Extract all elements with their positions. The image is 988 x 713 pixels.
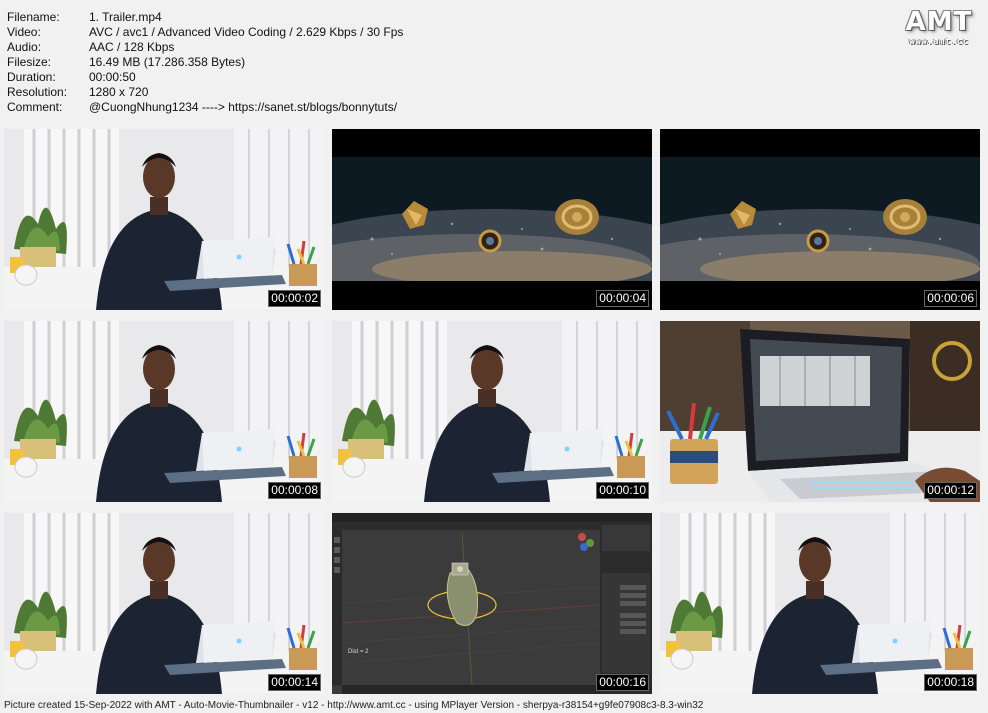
timestamp: 00:00:04 bbox=[596, 290, 649, 307]
file-info-row-comment: Comment: @CuongNhung1234 ----> https://s… bbox=[7, 100, 403, 115]
amt-logo: AMT www.amt.cc bbox=[904, 8, 974, 47]
file-info-key: Resolution: bbox=[7, 85, 68, 99]
amt-logo-url: www.amt.cc bbox=[909, 37, 969, 47]
thumbnail[interactable]: 00:00:10 bbox=[332, 321, 652, 502]
presenter-frame bbox=[660, 513, 980, 694]
file-info-panel: Filename: 1. Trailer.mp4 Video: AVC / av… bbox=[7, 10, 403, 115]
laptop-frame bbox=[660, 321, 980, 502]
timestamp: 00:00:16 bbox=[596, 674, 649, 691]
timestamp: 00:00:08 bbox=[268, 482, 321, 499]
file-info-row-duration: Duration: 00:00:50 bbox=[7, 70, 403, 85]
thumbnail[interactable]: Dist = 2 00:00:16 bbox=[332, 513, 652, 694]
thumbnail[interactable]: 00:00:02 bbox=[4, 129, 324, 310]
file-info-key: Comment: bbox=[7, 100, 63, 114]
file-info-value: @CuongNhung1234 ----> https://sanet.st/b… bbox=[89, 100, 398, 114]
thumbnail[interactable]: 00:00:08 bbox=[4, 321, 324, 502]
file-info-key: Duration: bbox=[7, 70, 56, 84]
footer-credit: Picture created 15-Sep-2022 with AMT - A… bbox=[4, 700, 704, 711]
timestamp: 00:00:12 bbox=[924, 482, 977, 499]
presenter-frame bbox=[4, 321, 324, 502]
thumbnail[interactable]: 00:00:12 bbox=[660, 321, 980, 502]
presenter-frame bbox=[4, 513, 324, 694]
timestamp: 00:00:06 bbox=[924, 290, 977, 307]
jewelry-frame bbox=[660, 129, 980, 310]
timestamp: 00:00:14 bbox=[268, 674, 321, 691]
thumbnail[interactable]: 00:00:18 bbox=[660, 513, 980, 694]
jewelry-frame bbox=[332, 129, 652, 310]
timestamp: 00:00:10 bbox=[596, 482, 649, 499]
file-info-value: 1280 x 720 bbox=[89, 85, 149, 99]
file-info-row-filename: Filename: 1. Trailer.mp4 bbox=[7, 10, 403, 25]
presenter-frame bbox=[332, 321, 652, 502]
file-info-row-filesize: Filesize: 16.49 MB (17.286.358 Bytes) bbox=[7, 55, 403, 70]
thumbnail[interactable]: 00:00:06 bbox=[660, 129, 980, 310]
thumbnail[interactable]: 00:00:04 bbox=[332, 129, 652, 310]
file-info-row-audio: Audio: AAC / 128 Kbps bbox=[7, 40, 403, 55]
timestamp: 00:00:02 bbox=[268, 290, 321, 307]
file-info-value: AVC / avc1 / Advanced Video Coding / 2.6… bbox=[89, 25, 404, 39]
file-info-row-video: Video: AVC / avc1 / Advanced Video Codin… bbox=[7, 25, 403, 40]
blender-frame: Dist = 2 bbox=[332, 513, 652, 694]
thumbnail[interactable]: 00:00:14 bbox=[4, 513, 324, 694]
file-info-value: AAC / 128 Kbps bbox=[89, 40, 175, 54]
file-info-key: Filesize: bbox=[7, 55, 52, 69]
file-info-key: Video: bbox=[7, 25, 41, 39]
file-info-row-resolution: Resolution: 1280 x 720 bbox=[7, 85, 403, 100]
timestamp: 00:00:18 bbox=[924, 674, 977, 691]
file-info-key: Audio: bbox=[7, 40, 42, 54]
amt-logo-title: AMT bbox=[905, 7, 973, 37]
presenter-frame bbox=[4, 129, 324, 310]
blender-overlay-text: Dist = 2 bbox=[348, 649, 369, 655]
file-info-value: 16.49 MB (17.286.358 Bytes) bbox=[89, 55, 246, 69]
file-info-value: 00:00:50 bbox=[89, 70, 136, 84]
file-info-value: 1. Trailer.mp4 bbox=[89, 10, 162, 24]
file-info-key: Filename: bbox=[7, 10, 60, 24]
